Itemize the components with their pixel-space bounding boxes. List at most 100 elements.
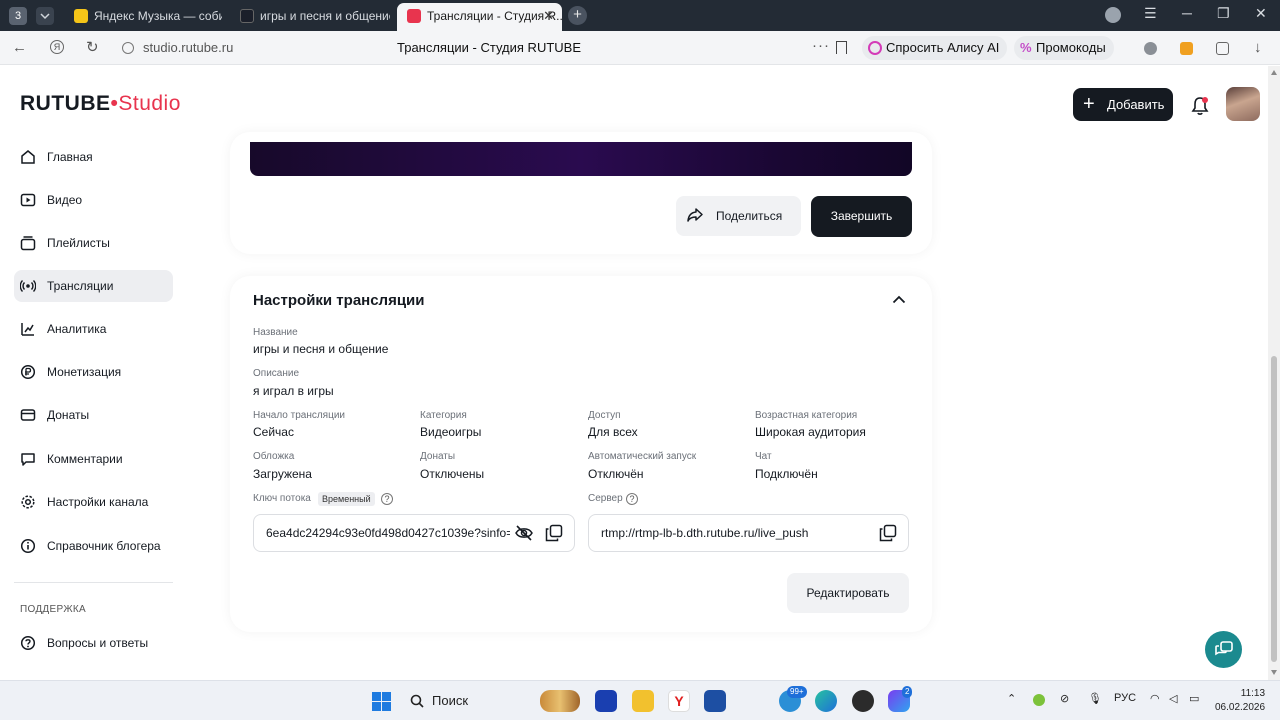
tray-chevron-up-icon[interactable]: ⌃ [1007, 692, 1016, 705]
sidebar-item-donations[interactable]: Донаты [14, 399, 173, 431]
name-label: Название [253, 327, 298, 338]
close-tab-icon[interactable]: ✕ [543, 3, 554, 29]
user-avatar[interactable] [1226, 87, 1260, 121]
taskbar-search[interactable]: Поиск [404, 690, 468, 712]
tray-eye-off-icon[interactable]: ⊘ [1060, 692, 1069, 705]
sidebar-item-channel-settings[interactable]: Настройки канала [14, 486, 173, 518]
stream-key-help-icon[interactable]: ? [381, 493, 393, 505]
yandex-browser-icon[interactable]: Y [668, 690, 690, 712]
restore-icon[interactable]: ❐ [1217, 5, 1230, 22]
support-chat-button[interactable] [1205, 631, 1242, 668]
store-icon[interactable] [704, 690, 726, 712]
hide-eye-icon[interactable] [514, 524, 534, 542]
copy-icon[interactable] [879, 524, 897, 542]
sidebar-item-label: Плейлисты [47, 236, 110, 250]
tray-app-icon[interactable] [1033, 694, 1045, 706]
alisa-icon [868, 41, 882, 55]
scroll-up-icon[interactable] [1271, 70, 1277, 75]
rutube-studio-favicon-icon [407, 8, 421, 23]
edit-button[interactable]: Редактировать [787, 573, 909, 613]
clock[interactable]: 11:13 06.02.2026 [1215, 687, 1265, 715]
server-help-icon[interactable]: ? [626, 493, 638, 505]
file-explorer-icon[interactable] [632, 690, 654, 712]
scroll-down-icon[interactable] [1271, 670, 1277, 675]
autostart-value: Отключён [588, 467, 644, 481]
close-window-icon[interactable]: ✕ [1255, 5, 1267, 22]
microphone-icon[interactable]: 🎙 [1088, 692, 1102, 705]
tab-broadcasts-active[interactable]: Трансляции - Студия R... ✕ [397, 3, 562, 31]
sidebar-item-monetization[interactable]: Монетизация [14, 356, 173, 388]
sidebar-item-faq[interactable]: Вопросы и ответы [14, 627, 173, 659]
sidebar-item-blogger-guide[interactable]: Справочник блогера [14, 530, 173, 562]
edge-icon[interactable] [815, 690, 837, 712]
rutube-favicon-icon [240, 8, 254, 23]
app-icon[interactable] [852, 690, 874, 712]
monetization-icon [20, 364, 36, 380]
tabs-menu-button[interactable] [36, 7, 54, 25]
site-info-icon[interactable] [122, 42, 134, 54]
sidebar-item-label: Вопросы и ответы [47, 636, 149, 650]
back-icon[interactable]: ← [12, 40, 27, 56]
copy-icon[interactable] [545, 524, 563, 542]
age-category-label: Возрастная категория [755, 410, 858, 421]
new-tab-button[interactable]: + [568, 6, 587, 25]
scrollbar-thumb[interactable] [1271, 356, 1277, 662]
battery-icon[interactable]: ▭ [1189, 692, 1199, 705]
app-launcher-icon[interactable] [595, 690, 617, 712]
tab-title: Яндекс Музыка — собир... [94, 9, 222, 23]
collapse-chevron-icon[interactable] [892, 295, 906, 304]
chat-bubbles-icon [1215, 641, 1233, 656]
stream-key-field[interactable]: 6ea4dc24294c93e0fd498d0427c1039e?sinfo= [253, 514, 575, 552]
chat-label: Чат [755, 451, 772, 462]
description-label: Описание [253, 368, 300, 379]
windows-start-icon[interactable] [372, 692, 391, 711]
sidebar-item-broadcasts[interactable]: Трансляции [14, 270, 173, 302]
tab-yandex-music[interactable]: Яндекс Музыка — собир... [74, 4, 222, 28]
search-icon [410, 694, 424, 708]
widgets-icon[interactable] [540, 690, 580, 712]
add-button-label: Добавить [1107, 97, 1165, 112]
extension-icon[interactable] [1144, 42, 1157, 55]
language-indicator[interactable]: РУС [1114, 692, 1136, 704]
add-button[interactable]: + Добавить [1073, 88, 1173, 121]
video-icon [20, 193, 36, 207]
workspace-button[interactable]: 3 [9, 7, 27, 25]
sidebar-item-home[interactable]: Главная [14, 141, 173, 173]
sidebar-item-video[interactable]: Видео [14, 184, 173, 216]
server-label: Сервер [588, 493, 623, 504]
sidebar-item-comments[interactable]: Комментарии [14, 443, 173, 475]
sidebar-item-label: Комментарии [47, 452, 123, 466]
profile-icon[interactable] [1105, 7, 1121, 23]
server-field[interactable]: rtmp://rtmp-lb-b.dth.rutube.ru/live_push [588, 514, 909, 552]
promocodes-button[interactable]: % Промокоды [1014, 36, 1114, 60]
donate-icon [20, 409, 36, 421]
extension-puzzle-icon[interactable] [1216, 42, 1229, 55]
share-button[interactable]: Поделиться [676, 196, 801, 236]
start-time-label: Начало трансляции [253, 410, 345, 421]
finish-broadcast-button[interactable]: Завершить [811, 196, 912, 237]
autostart-label: Автоматический запуск [588, 451, 697, 462]
ask-alisa-button[interactable]: Спросить Алису AI [862, 36, 1008, 60]
url-field[interactable]: studio.rutube.ru [143, 40, 233, 55]
yandex-home-icon[interactable]: Я [50, 40, 64, 54]
wifi-icon[interactable]: ◠ [1150, 692, 1160, 705]
tab-games-song[interactable]: игры и песня и общение [240, 4, 390, 28]
bookmark-icon[interactable] [836, 41, 847, 54]
volume-icon[interactable]: ◁ [1169, 692, 1177, 705]
cover-label: Обложка [253, 451, 295, 462]
broadcast-preview-video[interactable] [250, 142, 912, 176]
studio-page: RUTUBE•Studio + Добавить Главная Видео П… [0, 66, 1268, 680]
more-icon[interactable]: ··· [812, 37, 830, 54]
notifications-bell-icon[interactable] [1191, 96, 1209, 116]
minimize-icon[interactable]: ─ [1182, 5, 1192, 21]
menu-icon[interactable]: ☰ [1144, 5, 1157, 22]
sidebar-item-playlists[interactable]: Плейлисты [14, 227, 173, 259]
sidebar-item-label: Настройки канала [47, 495, 149, 509]
clock-time: 11:13 [1240, 688, 1266, 699]
sidebar-item-analytics[interactable]: Аналитика [14, 313, 173, 345]
extension-battery-icon[interactable] [1180, 42, 1193, 55]
page-scrollbar[interactable] [1268, 66, 1280, 680]
rutube-studio-logo[interactable]: RUTUBE•Studio [20, 92, 181, 116]
reload-icon[interactable]: ↻ [86, 40, 99, 56]
downloads-icon[interactable]: ↓ [1254, 40, 1262, 56]
